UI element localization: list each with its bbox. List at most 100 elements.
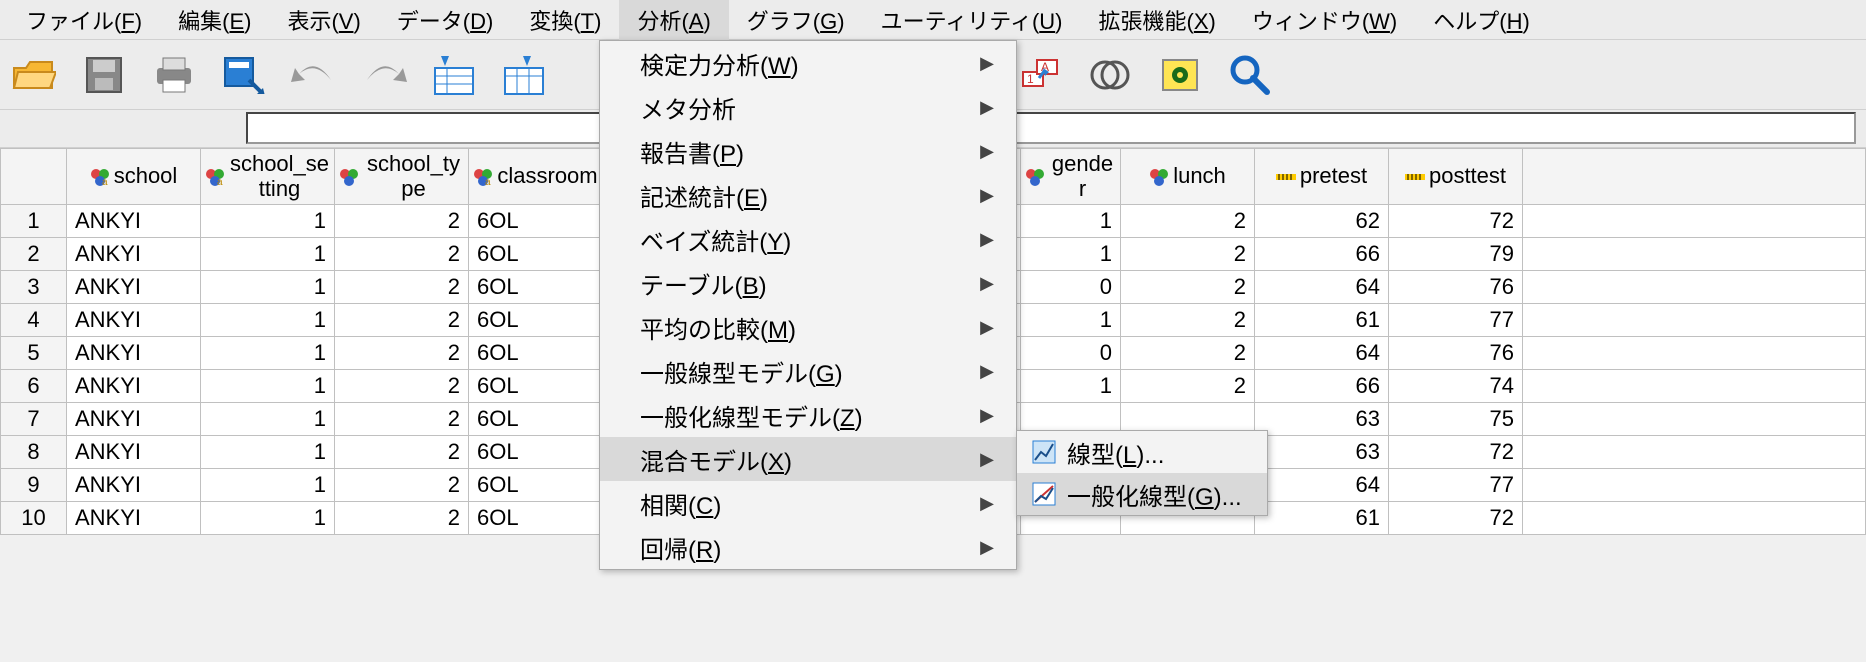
cell-school-type[interactable]: 2	[335, 271, 469, 304]
row-number[interactable]: 1	[1, 205, 67, 238]
cell-classroom[interactable]: 6OL	[469, 370, 603, 403]
menu-変換[interactable]: 変換(T)	[511, 0, 619, 40]
cell-pretest[interactable]: 66	[1255, 238, 1389, 271]
cell-school[interactable]: ANKYI	[67, 370, 201, 403]
corner-cell[interactable]	[1, 149, 67, 205]
undo-icon[interactable]	[290, 51, 338, 99]
cell-school-type[interactable]: 2	[335, 469, 469, 502]
menu-item-平均の比較[interactable]: 平均の比較(M)▶	[600, 305, 1016, 349]
col-header-classroom[interactable]: aclassroom	[469, 149, 603, 205]
cell-posttest[interactable]: 77	[1389, 469, 1523, 502]
menu-拡張機能[interactable]: 拡張機能(X)	[1080, 0, 1233, 40]
cell-school-type[interactable]: 2	[335, 238, 469, 271]
find-icon[interactable]	[1226, 51, 1274, 99]
cell-school-setting[interactable]: 1	[201, 238, 335, 271]
cell-school[interactable]: ANKYI	[67, 403, 201, 436]
row-number[interactable]: 6	[1, 370, 67, 403]
cell-school[interactable]: ANKYI	[67, 469, 201, 502]
menu-item-報告書[interactable]: 報告書(P)▶	[600, 129, 1016, 173]
row-number[interactable]: 7	[1, 403, 67, 436]
cell-lunch[interactable]: 2	[1121, 304, 1255, 337]
menu-item-相関[interactable]: 相関(C)▶	[600, 481, 1016, 525]
cell-posttest[interactable]: 75	[1389, 403, 1523, 436]
cell-posttest[interactable]: 72	[1389, 205, 1523, 238]
row-number[interactable]: 4	[1, 304, 67, 337]
value-labels-icon[interactable]: 1A	[1016, 51, 1064, 99]
col-header-pretest[interactable]: pretest	[1255, 149, 1389, 205]
cell-school[interactable]: ANKYI	[67, 238, 201, 271]
menu-ユーティリティ[interactable]: ユーティリティ(U)	[863, 0, 1081, 40]
cell-classroom[interactable]: 6OL	[469, 502, 603, 535]
cell-lunch[interactable]: 2	[1121, 337, 1255, 370]
cell-school-type[interactable]: 2	[335, 337, 469, 370]
menu-item-メタ分析[interactable]: メタ分析▶	[600, 85, 1016, 129]
cell-pretest[interactable]: 64	[1255, 337, 1389, 370]
cell-school[interactable]: ANKYI	[67, 502, 201, 535]
cell-posttest[interactable]: 76	[1389, 271, 1523, 304]
cell-gender[interactable]: 0	[1021, 271, 1121, 304]
menu-ヘルプ[interactable]: ヘルプ(H)	[1415, 0, 1548, 40]
menu-表示[interactable]: 表示(V)	[269, 0, 378, 40]
cell-pretest[interactable]: 63	[1255, 436, 1389, 469]
goto-case-icon[interactable]	[430, 51, 478, 99]
cell-gender[interactable]: 0	[1021, 337, 1121, 370]
cell-school-setting[interactable]: 1	[201, 337, 335, 370]
row-number[interactable]: 3	[1, 271, 67, 304]
cell-pretest[interactable]: 61	[1255, 502, 1389, 535]
select-cases-icon[interactable]	[1156, 51, 1204, 99]
cell-school-type[interactable]: 2	[335, 205, 469, 238]
submenu-item-線型[interactable]: 線型(L)...	[1017, 431, 1267, 473]
col-header-lunch[interactable]: lunch	[1121, 149, 1255, 205]
cell-gender[interactable]: 1	[1021, 205, 1121, 238]
use-sets-icon[interactable]	[1086, 51, 1134, 99]
cell-school-setting[interactable]: 1	[201, 205, 335, 238]
cell-posttest[interactable]: 76	[1389, 337, 1523, 370]
cell-school-type[interactable]: 2	[335, 502, 469, 535]
col-header-gender[interactable]: gender	[1021, 149, 1121, 205]
menu-item-検定力分析[interactable]: 検定力分析(W)▶	[600, 41, 1016, 85]
col-header-school-setting[interactable]: aschool_setting	[201, 149, 335, 205]
menu-item-混合モデル[interactable]: 混合モデル(X)▶	[600, 437, 1016, 481]
menu-編集[interactable]: 編集(E)	[160, 0, 269, 40]
cell-lunch[interactable]: 2	[1121, 370, 1255, 403]
cell-school-setting[interactable]: 1	[201, 304, 335, 337]
col-header-posttest[interactable]: posttest	[1389, 149, 1523, 205]
menu-item-回帰[interactable]: 回帰(R)▶	[600, 525, 1016, 569]
cell-school-setting[interactable]: 1	[201, 469, 335, 502]
menu-分析[interactable]: 分析(A)	[619, 0, 728, 40]
cell-pretest[interactable]: 63	[1255, 403, 1389, 436]
cell-school-type[interactable]: 2	[335, 436, 469, 469]
col-header-school[interactable]: aschool	[67, 149, 201, 205]
cell-school[interactable]: ANKYI	[67, 337, 201, 370]
cell-classroom[interactable]: 6OL	[469, 271, 603, 304]
cell-lunch[interactable]: 2	[1121, 271, 1255, 304]
menu-item-一般線型モデル[interactable]: 一般線型モデル(G)▶	[600, 349, 1016, 393]
cell-classroom[interactable]: 6OL	[469, 304, 603, 337]
save-icon[interactable]	[80, 51, 128, 99]
cell-school-setting[interactable]: 1	[201, 271, 335, 304]
cell-posttest[interactable]: 72	[1389, 436, 1523, 469]
cell-classroom[interactable]: 6OL	[469, 337, 603, 370]
cell-pretest[interactable]: 66	[1255, 370, 1389, 403]
row-number[interactable]: 10	[1, 502, 67, 535]
cell-school-type[interactable]: 2	[335, 304, 469, 337]
cell-school-setting[interactable]: 1	[201, 370, 335, 403]
cell-pretest[interactable]: 61	[1255, 304, 1389, 337]
cell-school-setting[interactable]: 1	[201, 502, 335, 535]
menu-item-一般化線型モデル[interactable]: 一般化線型モデル(Z)▶	[600, 393, 1016, 437]
menu-item-ベイズ統計[interactable]: ベイズ統計(Y)▶	[600, 217, 1016, 261]
submenu-item-一般化線型[interactable]: 一般化線型(G)...	[1017, 473, 1267, 515]
cell-posttest[interactable]: 77	[1389, 304, 1523, 337]
cell-school[interactable]: ANKYI	[67, 436, 201, 469]
cell-classroom[interactable]: 6OL	[469, 469, 603, 502]
cell-pretest[interactable]: 64	[1255, 469, 1389, 502]
cell-pretest[interactable]: 64	[1255, 271, 1389, 304]
cell-gender[interactable]: 1	[1021, 238, 1121, 271]
cell-school-type[interactable]: 2	[335, 403, 469, 436]
menu-item-記述統計[interactable]: 記述統計(E)▶	[600, 173, 1016, 217]
menu-データ[interactable]: データ(D)	[379, 0, 512, 40]
cell-school[interactable]: ANKYI	[67, 304, 201, 337]
cell-school[interactable]: ANKYI	[67, 205, 201, 238]
cell-posttest[interactable]: 72	[1389, 502, 1523, 535]
cell-posttest[interactable]: 79	[1389, 238, 1523, 271]
